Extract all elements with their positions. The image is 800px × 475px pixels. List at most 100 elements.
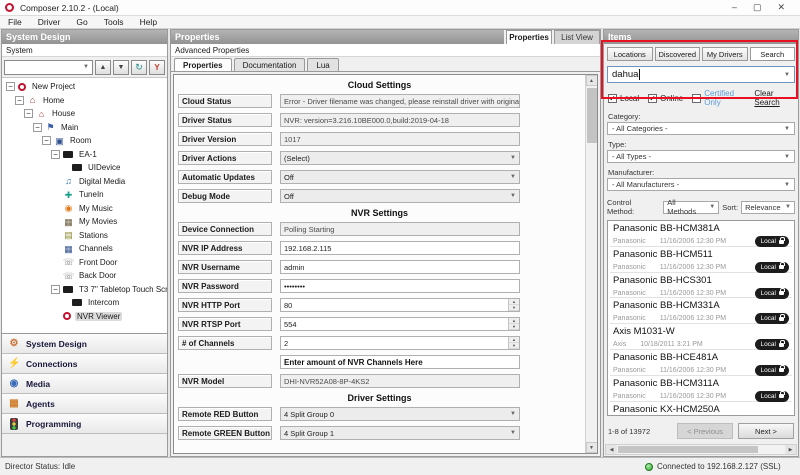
vertical-scrollbar[interactable]: ▲ ▼ xyxy=(585,75,597,453)
tree-item-nvr-viewer[interactable]: NVR Viewer xyxy=(2,310,167,324)
close-button[interactable]: ✕ xyxy=(777,2,785,13)
driver-result-panasonic-bb-hcm331a[interactable]: Panasonic BB-HCM331APanasonic11/16/2006 … xyxy=(610,298,792,324)
items-tab-search[interactable]: Search xyxy=(750,47,796,61)
filter-select-manufacturer[interactable]: - All Manufacturers -▼ xyxy=(607,178,795,191)
tree-item-front-door[interactable]: ☏Front Door xyxy=(2,256,167,270)
tree-expander[interactable]: − xyxy=(6,82,15,91)
property-value-spinner[interactable]: 554▲▼ xyxy=(280,317,520,331)
spinner-buttons[interactable]: ▲▼ xyxy=(508,337,519,349)
scrollbar-thumb[interactable] xyxy=(618,446,758,453)
menu-tools[interactable]: Tools xyxy=(96,17,132,27)
nav-agents-button[interactable]: ▦Agents xyxy=(2,394,167,414)
nav-media-button[interactable]: ◉Media xyxy=(2,374,167,394)
filter-icon[interactable]: Y xyxy=(149,60,165,75)
scroll-right-icon[interactable]: ▶ xyxy=(785,445,796,454)
menu-file[interactable]: File xyxy=(0,17,30,27)
property-value-input[interactable]: admin xyxy=(280,260,520,274)
next-button[interactable]: Next > xyxy=(738,423,794,439)
tree-expander[interactable]: − xyxy=(51,150,60,159)
tree-item-t3-7-tabletop-touch-screen[interactable]: −T3 7" Tabletop Touch Screen xyxy=(2,283,167,297)
checkbox-local[interactable]: ✓ xyxy=(608,94,617,103)
checkbox-certified-only[interactable] xyxy=(692,94,701,103)
tree-item-stations[interactable]: ▤Stations xyxy=(2,229,167,243)
property-value-select[interactable]: 4 Split Group 1▼ xyxy=(280,426,520,440)
tree-expander[interactable]: − xyxy=(24,109,33,118)
driver-result-panasonic-bb-hcs301[interactable]: Panasonic BB-HCS301Panasonic11/16/2006 1… xyxy=(610,273,792,299)
nav-system-design-button[interactable]: ⚙System Design xyxy=(2,334,167,354)
driver-result-panasonic-bb-hce481a[interactable]: Panasonic BB-HCE481APanasonic11/16/2006 … xyxy=(610,350,792,376)
filter-select-category[interactable]: - All Categories -▼ xyxy=(607,122,795,135)
tree-item-my-music[interactable]: ◉My Music xyxy=(2,202,167,216)
filter-select-type[interactable]: - All Types -▼ xyxy=(607,150,795,163)
sort-select[interactable]: Relevance ▼ xyxy=(741,201,795,214)
maximize-button[interactable]: ▢ xyxy=(753,2,762,13)
tree-expander[interactable]: − xyxy=(42,136,51,145)
clear-search-link[interactable]: Clear Search xyxy=(754,89,794,107)
tree-expander[interactable]: − xyxy=(15,96,24,105)
property-value-select[interactable]: Off▼ xyxy=(280,189,520,203)
spinner-down-icon[interactable]: ▼ xyxy=(509,305,519,311)
tree-item-ea-1[interactable]: − EA-1 xyxy=(2,148,167,162)
view-tab-properties[interactable]: Properties xyxy=(506,30,552,44)
refresh-icon[interactable]: ↻ xyxy=(131,60,147,75)
tab-documentation[interactable]: Documentation xyxy=(234,58,306,71)
scroll-left-icon[interactable]: ◀ xyxy=(606,445,617,454)
spinner-down-icon[interactable]: ▼ xyxy=(509,343,519,349)
driver-result-panasonic-bb-hcm311a[interactable]: Panasonic BB-HCM311APanasonic11/16/2006 … xyxy=(610,376,792,402)
search-up-button[interactable]: ▲ xyxy=(95,60,111,75)
horizontal-scrollbar[interactable]: ◀ ▶ xyxy=(605,444,797,455)
tab-properties[interactable]: Properties xyxy=(174,58,232,71)
property-value-select[interactable]: (Select)▼ xyxy=(280,151,520,165)
tab-lua[interactable]: Lua xyxy=(307,58,338,71)
driver-result-axis-m1031-w[interactable]: Axis M1031-WAxis10/18/2011 3:21 PMLocal xyxy=(610,324,792,350)
driver-result-panasonic-bb-hcm511[interactable]: Panasonic BB-HCM511Panasonic11/16/2006 1… xyxy=(610,247,792,273)
property-value-spinner[interactable]: 80▲▼ xyxy=(280,298,520,312)
chevron-down-icon[interactable]: ▼ xyxy=(784,72,790,78)
spinner-buttons[interactable]: ▲▼ xyxy=(508,299,519,311)
spinner-buttons[interactable]: ▲▼ xyxy=(508,318,519,330)
tree-item-intercom[interactable]: Intercom xyxy=(2,296,167,310)
driver-result-panasonic-bb-hcm381a[interactable]: Panasonic BB-HCM381APanasonic11/16/2006 … xyxy=(610,221,792,247)
checkbox-online[interactable]: ✓ xyxy=(648,94,657,103)
tree-item-uidevice[interactable]: UIDevice xyxy=(2,161,167,175)
menu-help[interactable]: Help xyxy=(132,17,165,27)
tree-item-back-door[interactable]: ☏Back Door xyxy=(2,269,167,283)
spinner-down-icon[interactable]: ▼ xyxy=(509,324,519,330)
nav-connections-button[interactable]: ⚡Connections xyxy=(2,354,167,374)
advanced-properties-label[interactable]: Advanced Properties xyxy=(171,44,600,57)
items-tab-my-drivers[interactable]: My Drivers xyxy=(702,47,748,61)
tree-item-my-movies[interactable]: ▦My Movies xyxy=(2,215,167,229)
tree-item-channels[interactable]: ▦Channels xyxy=(2,242,167,256)
control-method-select[interactable]: All Methods ▼ xyxy=(663,201,719,214)
property-value-select[interactable]: Off▼ xyxy=(280,170,520,184)
property-value-input[interactable]: 192.168.2.115 xyxy=(280,241,520,255)
tree-item-new-project[interactable]: −New Project xyxy=(2,80,167,94)
scrollbar-thumb[interactable] xyxy=(587,88,597,143)
previous-button[interactable]: < Previous xyxy=(677,423,733,439)
view-tab-list-view[interactable]: List View xyxy=(554,30,600,44)
tree-search-combobox[interactable]: ▼ xyxy=(4,60,93,75)
tree-item-room[interactable]: −▣Room xyxy=(2,134,167,148)
nav-programming-button[interactable]: Programming xyxy=(2,414,167,434)
property-value-select[interactable]: 4 Split Group 0▼ xyxy=(280,407,520,421)
items-tab-discovered[interactable]: Discovered xyxy=(655,47,701,61)
items-tab-locations[interactable]: Locations xyxy=(607,47,653,61)
scroll-down-icon[interactable]: ▼ xyxy=(586,442,598,453)
menu-driver[interactable]: Driver xyxy=(30,17,69,27)
tree-item-home[interactable]: −⌂Home xyxy=(2,94,167,108)
driver-result-panasonic-kx-hcm250a[interactable]: Panasonic KX-HCM250APanasonic11/16/2006 … xyxy=(610,402,792,416)
scroll-up-icon[interactable]: ▲ xyxy=(586,75,598,86)
menu-go[interactable]: Go xyxy=(68,17,95,27)
property-value-input[interactable]: •••••••• xyxy=(280,279,520,293)
search-down-button[interactable]: ▼ xyxy=(113,60,129,75)
driver-search-input[interactable]: dahua ▼ xyxy=(607,66,795,83)
property-value-spinner[interactable]: 2▲▼ xyxy=(280,336,520,350)
tree-item-label: EA-1 xyxy=(77,150,99,159)
tree-expander[interactable]: − xyxy=(33,123,42,132)
minimize-button[interactable]: – xyxy=(732,2,737,13)
tree-expander[interactable]: − xyxy=(51,285,60,294)
tree-item-main[interactable]: −⚑Main xyxy=(2,121,167,135)
tree-item-house[interactable]: −⌂House xyxy=(2,107,167,121)
tree-item-tunein[interactable]: ✚TuneIn xyxy=(2,188,167,202)
tree-item-digital-media[interactable]: ♫Digital Media xyxy=(2,175,167,189)
